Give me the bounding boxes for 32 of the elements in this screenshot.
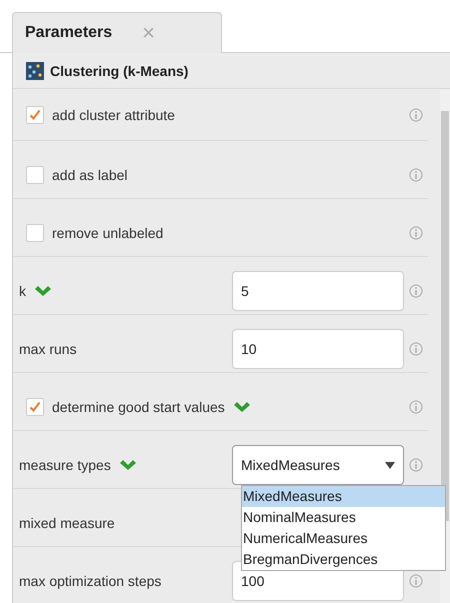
caret-icon — [385, 462, 395, 468]
dropdown[interactable]: MixedMeasures — [232, 445, 404, 485]
parameter-label: k — [19, 283, 26, 299]
input-field[interactable]: 5 — [232, 271, 404, 311]
operator-title: Clustering (k-Means) — [50, 62, 188, 78]
info-icon[interactable] — [409, 400, 423, 414]
info-icon[interactable] — [409, 342, 423, 356]
dropdown-option[interactable]: MixedMeasures — [242, 486, 445, 507]
parameter-label: add cluster attribute — [52, 107, 175, 123]
input-field[interactable]: 10 — [232, 329, 404, 369]
parameter-label: max runs — [19, 341, 77, 357]
dropdown-option[interactable]: NominalMeasures — [242, 507, 445, 528]
parameter-label: determine good start values — [52, 399, 225, 415]
info-icon[interactable] — [409, 574, 423, 588]
parameter-label: add as label — [52, 167, 128, 183]
checkbox[interactable] — [26, 106, 44, 124]
parameter-label: measure types — [19, 457, 111, 473]
info-icon[interactable] — [409, 284, 423, 298]
info-icon[interactable] — [409, 108, 423, 122]
parameter-label: mixed measure — [19, 515, 115, 531]
parameter-label: remove unlabeled — [52, 225, 164, 241]
scrollbar[interactable] — [440, 89, 450, 603]
cluster-icon — [26, 62, 44, 80]
checkbox[interactable] — [26, 166, 44, 184]
parameter-label: max optimization steps — [19, 573, 162, 589]
dropdown-option[interactable]: NumericalMeasures — [242, 528, 445, 549]
checkbox[interactable] — [26, 398, 44, 416]
info-icon[interactable] — [409, 458, 423, 472]
parameters-tab[interactable]: Parameters × — [12, 12, 222, 53]
info-icon[interactable] — [409, 168, 423, 182]
checkbox[interactable] — [26, 224, 44, 242]
info-icon[interactable] — [409, 226, 423, 240]
